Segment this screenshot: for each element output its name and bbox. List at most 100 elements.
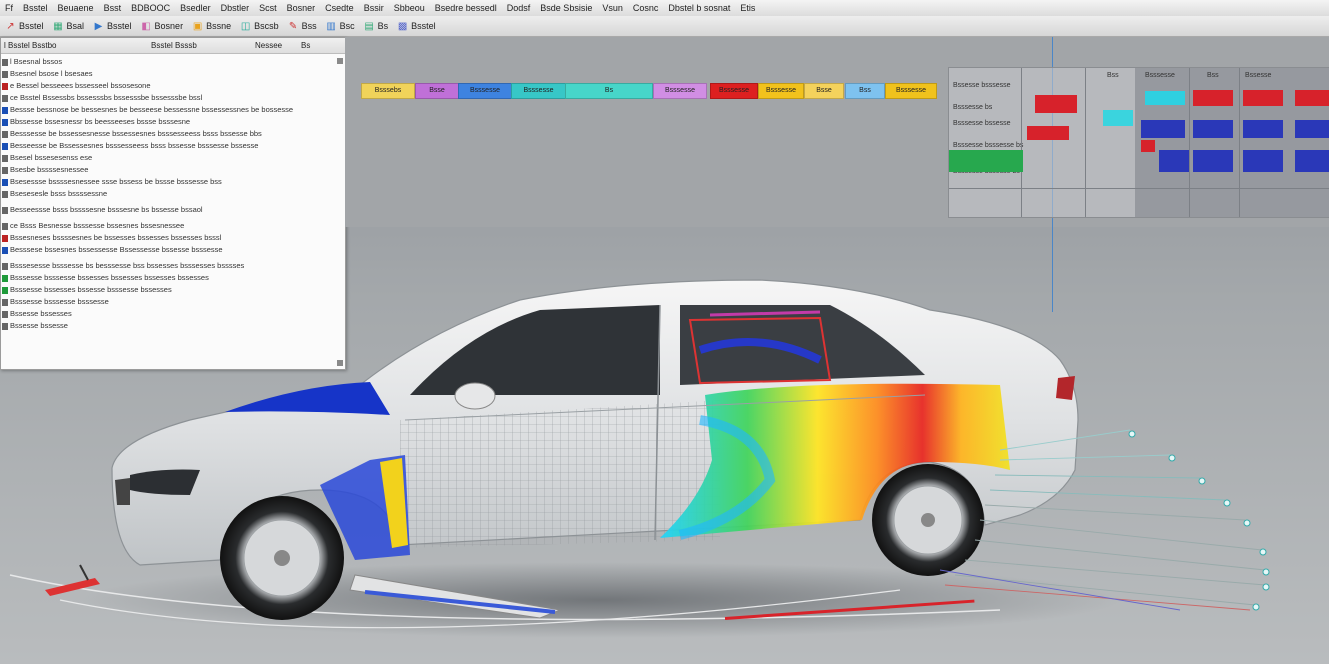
toolbar-button-6[interactable]: ✎ Bss	[283, 20, 321, 33]
tree-item[interactable]: Besssese bssesnes bssessesse Bssessesse …	[1, 244, 345, 256]
chart-cell	[1193, 90, 1233, 106]
panel-header-col-2[interactable]: Bsstel Bsssb	[151, 41, 197, 50]
layers-icon: ◧	[141, 20, 151, 32]
arrow-icon: ↗	[6, 20, 15, 32]
menu-item-7[interactable]: Scst	[254, 3, 282, 13]
mesh-icon: ◫	[240, 20, 251, 32]
grid-icon: ▦	[53, 20, 63, 32]
toolbar-button-2[interactable]: ▶ Bsstel	[88, 20, 136, 33]
menu-item-8[interactable]: Bosner	[282, 3, 321, 13]
tree-item[interactable]: Bssesse bssesses	[1, 308, 345, 320]
legend-tag-3[interactable]: Bsssesse	[511, 83, 566, 99]
tree-item-label: Bsssesse bsssesse bsssesse	[10, 297, 109, 306]
legend-tag-6[interactable]: Bsssesse	[710, 83, 758, 99]
legend-tag-8[interactable]: Bsse	[804, 83, 844, 99]
menu-item-9[interactable]: Csedte	[320, 3, 359, 13]
tree-item[interactable]: Bsssesse bsssesse bsssesse	[1, 296, 345, 308]
legend-tag-0[interactable]: Bsssebs	[361, 83, 415, 99]
tree-item[interactable]: Bbssesse bssesnessr bs beesseeses bssse …	[1, 116, 345, 128]
toolbar-button-0[interactable]: ↗ Bsstel	[0, 20, 48, 33]
menu-item-14[interactable]: Bsde Sbsisie	[535, 3, 597, 13]
panel-header-col-1[interactable]: l Bsstel Bsstbo	[4, 41, 56, 50]
menu-item-1[interactable]: Bsstel	[18, 3, 53, 13]
tree-item[interactable]: Besseessse bsss bssssesne bsssesne bs bs…	[1, 204, 345, 216]
menu-item-13[interactable]: Dodsf	[502, 3, 536, 13]
tree-item-label: Bsssesse bsssesse bssesses bssesses bsse…	[10, 273, 209, 282]
tree-node-icon	[2, 234, 8, 242]
bar-chart-icon: ▥	[326, 20, 336, 32]
tree-item[interactable]: Bssesse bssesse	[1, 320, 345, 332]
panel-header-col-4[interactable]: Bs	[301, 41, 310, 50]
toolbar-button-9[interactable]: ▩ Bsstel	[392, 20, 440, 33]
menu-item-10[interactable]: Bssir	[359, 3, 389, 13]
save-icon: ▩	[397, 20, 408, 32]
legend-tag-4[interactable]: Bs	[565, 83, 653, 99]
chart-cell	[1243, 90, 1283, 106]
model-tree-panel: l Bsstel Bsstbo Bsstel Bsssb Nessee Bs l…	[0, 37, 346, 370]
tree-node-icon	[2, 322, 8, 330]
legend-tag-1[interactable]: Bsse	[415, 83, 459, 99]
tree-item-label: Bsesnel bsose l bsesaes	[10, 69, 93, 78]
menu-item-0[interactable]: Ff	[0, 3, 18, 13]
toolbar-button-7[interactable]: ▥ Bsc	[321, 20, 359, 33]
tree-item[interactable]: Bsesel bssesesenss ese	[1, 152, 345, 164]
tree-item[interactable]: Bsssesse bssesses bssesse bsssesse bsses…	[1, 284, 345, 296]
legend-tag-7[interactable]: Bsssesse	[758, 83, 804, 99]
results-chart-panel[interactable]: Bss Bsssesse Bss Bssesse Bssesse bsssess…	[948, 67, 1329, 218]
tree-item[interactable]: l Bsesnal bssos	[1, 56, 345, 68]
menu-item-2[interactable]: Beuaene	[53, 3, 99, 13]
tree-item[interactable]: Bsesesesle bsss bssssessne	[1, 188, 345, 200]
tree-item-label: Bssesse bssesses	[10, 309, 72, 318]
menu-item-5[interactable]: Bsedler	[175, 3, 216, 13]
panel-header: l Bsstel Bsstbo Bsstel Bsssb Nessee Bs	[1, 38, 345, 54]
tree-node-icon	[2, 298, 8, 306]
menu-item-15[interactable]: Vsun	[597, 3, 628, 13]
tree-node-icon	[2, 154, 8, 162]
tree-item[interactable]: Bssesneses bssssesnes be bssesses bssess…	[1, 232, 345, 244]
toolbar-label: Bs	[377, 21, 389, 31]
chart-row-label-2: Bsssesse bs	[953, 104, 993, 111]
toolbar-button-1[interactable]: ▦ Bsal	[48, 20, 89, 33]
legend-tag-9[interactable]: Bss	[845, 83, 885, 99]
tree-item[interactable]: Bsesnel bsose l bsesaes	[1, 68, 345, 80]
chart-cell	[1193, 120, 1233, 138]
tree-item[interactable]: Bsssesesse bsssesse bs besssesse bss bss…	[1, 260, 345, 272]
tree-item[interactable]: ce Bsstel Bssessbs bssesssbs bssesssbe b…	[1, 92, 345, 104]
legend-tag-10[interactable]: Bsssesse	[885, 83, 937, 99]
menu-item-4[interactable]: BDBOOC	[126, 3, 175, 13]
toolbar: ↗ Bsstel ▦ Bsal ▶ Bsstel ◧ Bosner ▣ Bssne ◫ Bscsb ✎ B…	[0, 16, 1329, 37]
menu-item-16[interactable]: Cosnc	[628, 3, 664, 13]
tree-item[interactable]: Bsesessse bssssesnessee ssse bssess be b…	[1, 176, 345, 188]
tree-item-label: Besssesse be bssessesnesse bssessesnes b…	[10, 129, 262, 138]
chart-cell	[1243, 150, 1283, 172]
panel-header-col-3[interactable]: Nessee	[255, 41, 282, 50]
tree-item[interactable]: Bsesbe bssssesnessee	[1, 164, 345, 176]
tree-item[interactable]: ce Bsss Besnesse bsssesse bssesnes bsses…	[1, 220, 345, 232]
tree-item[interactable]: Besssesse be bssessesnesse bssessesnes b…	[1, 128, 345, 140]
menu-item-11[interactable]: Sbbeou	[389, 3, 430, 13]
tree-item[interactable]: Bsssesse bsssesse bssesses bssesses bsse…	[1, 272, 345, 284]
toolbar-label: Bsc	[339, 21, 355, 31]
menu-item-12[interactable]: Bsedre bessedl	[430, 3, 502, 13]
toolbar-button-8[interactable]: ▤ Bs	[359, 20, 393, 33]
tree-item[interactable]: Besseesse be Bssessesnes bsssesseess bss…	[1, 140, 345, 152]
legend-tag-5[interactable]: Bsssesse	[653, 83, 707, 99]
scroll-down-icon[interactable]	[337, 360, 343, 366]
chart-gridline	[1085, 68, 1086, 217]
menu-item-3[interactable]: Bsst	[99, 3, 127, 13]
tree-item-label: l Bsesnal bssos	[10, 57, 63, 66]
chart-header-4: Bssesse	[1245, 72, 1272, 79]
menu-item-18[interactable]: Etis	[735, 3, 760, 13]
scroll-up-icon[interactable]	[337, 58, 343, 64]
legend-tag-2[interactable]: Bsssesse	[458, 83, 512, 99]
tree-node-icon	[2, 310, 8, 318]
toolbar-label: Bsstel	[19, 21, 44, 31]
menu-item-17[interactable]: Dbstel b sosnat	[663, 3, 735, 13]
tree-item[interactable]: e Bessel besseees bssesseel bssosesone	[1, 80, 345, 92]
toolbar-button-4[interactable]: ▣ Bssne	[187, 20, 235, 33]
toolbar-button-3[interactable]: ◧ Bosner	[136, 20, 188, 33]
chart-header-3: Bss	[1207, 72, 1219, 79]
toolbar-button-5[interactable]: ◫ Bscsb	[235, 20, 283, 33]
menu-item-6[interactable]: Dbstler	[216, 3, 255, 13]
tree-item[interactable]: Bessse bessnose be bessesnes be besseese…	[1, 104, 345, 116]
